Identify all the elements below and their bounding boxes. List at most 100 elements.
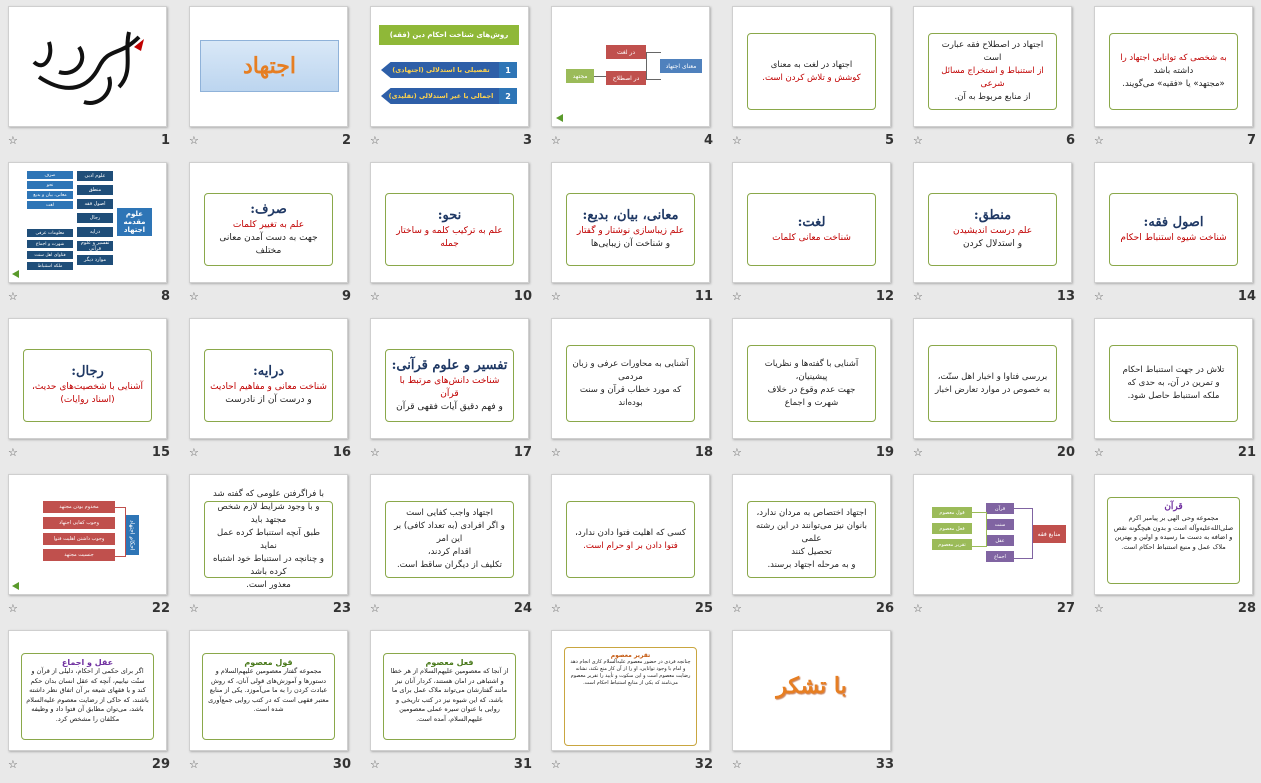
slide-thumbnail-23[interactable]: با فراگرفتن علومی که گفته شد و با وجود شر… xyxy=(189,474,348,595)
body-line: و تمرین در آن، به حدی که xyxy=(1127,378,1220,388)
slide-thumbnail-11[interactable]: معانی، بیان، بدیع: علم زیباسازی نوشتار و … xyxy=(551,162,710,283)
body-line: اقدام کردند، xyxy=(427,547,472,557)
star-icon[interactable]: ☆ xyxy=(732,290,742,303)
method-label: اجمالی یا غیر استدلالی (تقلیدی) xyxy=(388,92,494,100)
body-line: بانوان نیز می‌توانند در این رشته علمی xyxy=(755,521,868,544)
body-line: اجتهاد در لغت به معنای xyxy=(770,59,853,70)
red-line: آشنایی با شخصیت‌های حدیث، xyxy=(31,382,144,392)
star-icon[interactable]: ☆ xyxy=(1094,134,1104,147)
star-icon[interactable]: ☆ xyxy=(189,446,199,459)
node-box: وجوب داشتن اهلیت فتوا xyxy=(43,533,115,545)
connector xyxy=(1014,508,1033,559)
node-box: رجال xyxy=(77,213,113,223)
slide-thumbnail-4[interactable]: معنای اجتهاد در لغت در اصطلاح مجتهد xyxy=(551,6,710,127)
star-icon[interactable]: ☆ xyxy=(913,290,923,303)
star-icon[interactable]: ☆ xyxy=(732,134,742,147)
slide-thumbnail-27[interactable]: منابع فقه قرآن سنت عقل اجماع قول معصوم فعل معص… xyxy=(913,474,1072,595)
section-body: اگر برای حکمی از احکام، دلیلی از قرآن و … xyxy=(26,667,149,723)
slide-number: 25 xyxy=(694,601,713,616)
branch-box: در لغت xyxy=(606,45,646,59)
leaf-box: فتاوای اهل سنت xyxy=(27,251,73,259)
star-icon[interactable]: ☆ xyxy=(370,290,380,303)
star-icon[interactable]: ☆ xyxy=(370,134,380,147)
slide-thumbnail-2[interactable]: اجتهاد xyxy=(189,6,348,127)
slide-thumbnail-7[interactable]: به شخصی که توانایی اجتهاد را داشته باشد «م… xyxy=(1094,6,1253,127)
node-box: جنسیت مجتهد xyxy=(43,549,115,561)
star-icon[interactable]: ☆ xyxy=(551,290,561,303)
slide-thumbnail-3[interactable]: روش‌های شناخت احکام دین (فقه) تفصیلی با ا… xyxy=(370,6,529,127)
slide-thumbnail-15[interactable]: رجال: آشنایی با شخصیت‌های حدیث، (اسناد روا… xyxy=(8,318,167,439)
star-icon[interactable]: ☆ xyxy=(189,758,199,771)
slide-thumbnail-30[interactable]: قول معصوم مجموعه گفتار معصومین علیهم‌السل… xyxy=(189,630,348,751)
star-icon[interactable]: ☆ xyxy=(732,758,742,771)
star-icon[interactable]: ☆ xyxy=(551,134,561,147)
slide-thumbnail-1[interactable]: بسم الله الرحمن الرحیم xyxy=(8,6,167,127)
node-box: منطق xyxy=(77,185,113,195)
content-box: اصول فقه: شناخت شیوه استنباط احکام xyxy=(1109,193,1238,266)
star-icon[interactable]: ☆ xyxy=(189,134,199,147)
node-box: درایه xyxy=(77,227,113,237)
slide-thumbnail-9[interactable]: صرف: علم به تغییر کلمات جهت به دست آمدن مع… xyxy=(189,162,348,283)
content-box: عقل و اجماع اگر برای حکمی از احکام، دلیلی… xyxy=(21,653,154,740)
body-line: بررسی فتاوا و اخبار اهل سنّت، xyxy=(937,371,1048,382)
slide-thumbnail-26[interactable]: اجتهاد اختصاص به مردان ندارد، بانوان نیز … xyxy=(732,474,891,595)
back-arrow-icon[interactable] xyxy=(12,270,19,278)
star-icon[interactable]: ☆ xyxy=(913,446,923,459)
star-icon[interactable]: ☆ xyxy=(732,446,742,459)
star-icon[interactable]: ☆ xyxy=(8,446,18,459)
slide-thumbnail-17[interactable]: تفسیر و علوم قرآنی: شناخت دانش‌های مرتبط … xyxy=(370,318,529,439)
star-icon[interactable]: ☆ xyxy=(370,758,380,771)
slide-thumbnail-24[interactable]: اجتهاد واجب کفایی است و اگر افرادی (به تع… xyxy=(370,474,529,595)
star-icon[interactable]: ☆ xyxy=(370,602,380,615)
slide-thumbnail-6[interactable]: اجتهاد در اصطلاح فقه عبارت است از استنباط… xyxy=(913,6,1072,127)
star-icon[interactable]: ☆ xyxy=(1094,602,1104,615)
slide-thumbnail-18[interactable]: آشنایی به محاورات عرفی و زبان مردمی که مو… xyxy=(551,318,710,439)
slide-thumbnail-21[interactable]: تلاش در جهت استنباط احکام و تمرین در آن، … xyxy=(1094,318,1253,439)
slide-thumbnail-5[interactable]: اجتهاد در لغت به معنای کوشش و تلاش کردن ا… xyxy=(732,6,891,127)
slide-thumbnail-20[interactable]: بررسی فتاوا و اخبار اهل سنّت، به خصوص در … xyxy=(913,318,1072,439)
leaf-box: قول معصوم xyxy=(932,507,972,518)
slide-title: منطق: xyxy=(973,208,1012,223)
star-icon[interactable]: ☆ xyxy=(913,134,923,147)
content-box: اجتهاد اختصاص به مردان ندارد، بانوان نیز … xyxy=(747,501,876,578)
node-box: اصول فقه xyxy=(77,199,113,209)
star-icon[interactable]: ☆ xyxy=(8,758,18,771)
node-box: تفسیر و علوم قرآنی xyxy=(77,240,113,252)
star-icon[interactable]: ☆ xyxy=(551,446,561,459)
body-line: که مورد خطاب قرآن و سنت بوده‌اند xyxy=(579,384,682,408)
star-icon[interactable]: ☆ xyxy=(370,446,380,459)
star-icon[interactable]: ☆ xyxy=(1094,290,1104,303)
slide-thumbnail-25[interactable]: کسی که اهلیت فتوا دادن ندارد، فتوا دادن ب… xyxy=(551,474,710,595)
slide-thumbnail-32[interactable]: تقریر معصوم چنانچه فردی در حضور معصوم علی… xyxy=(551,630,710,751)
method-number: 1 xyxy=(499,62,517,78)
star-icon[interactable]: ☆ xyxy=(8,602,18,615)
slide-thumbnail-12[interactable]: لغت: شناخت معانی کلمات xyxy=(732,162,891,283)
slide-thumbnail-14[interactable]: اصول فقه: شناخت شیوه استنباط احکام xyxy=(1094,162,1253,283)
star-icon[interactable]: ☆ xyxy=(8,290,18,303)
star-icon[interactable]: ☆ xyxy=(189,602,199,615)
star-icon[interactable]: ☆ xyxy=(189,290,199,303)
slide-thumbnail-16[interactable]: درایه: شناخت معانی و مفاهیم احادیث و درست … xyxy=(189,318,348,439)
concept-box: معنای اجتهاد xyxy=(660,59,702,73)
slide-number: 9 xyxy=(341,289,351,304)
slide-thumbnail-19[interactable]: آشنایی با گفته‌ها و نظریات پیشینیان، جهت … xyxy=(732,318,891,439)
slide-thumbnail-33[interactable]: با تشکر xyxy=(732,630,891,751)
slide-number: 26 xyxy=(875,601,894,616)
slide-number: 6 xyxy=(1065,133,1075,148)
slide-thumbnail-31[interactable]: فعل معصوم از آنجا که معصومین علیهم‌السلام… xyxy=(370,630,529,751)
slide-number: 15 xyxy=(151,445,170,460)
back-arrow-icon[interactable] xyxy=(12,582,19,590)
star-icon[interactable]: ☆ xyxy=(732,602,742,615)
star-icon[interactable]: ☆ xyxy=(551,758,561,771)
star-icon[interactable]: ☆ xyxy=(8,134,18,147)
slide-thumbnail-28[interactable]: قرآن مجموعه وحی الهی بر پیامبر اکرم صلی‌ا… xyxy=(1094,474,1253,595)
star-icon[interactable]: ☆ xyxy=(913,602,923,615)
star-icon[interactable]: ☆ xyxy=(1094,446,1104,459)
slide-thumbnail-10[interactable]: نحو: علم به ترکیب کلمه و ساختار جمله xyxy=(370,162,529,283)
slide-thumbnail-22[interactable]: احکام اجتهاد مخدوم بودن مجتهد وجوب کفایی ا… xyxy=(8,474,167,595)
slide-thumbnail-13[interactable]: منطق: علم درست اندیشیدن و استدلال کردن xyxy=(913,162,1072,283)
back-arrow-icon[interactable] xyxy=(556,114,563,122)
slide-thumbnail-29[interactable]: عقل و اجماع اگر برای حکمی از احکام، دلیلی… xyxy=(8,630,167,751)
slide-thumbnail-8[interactable]: علوم مقدمه اجتهاد علوم ادبی منطق اصول فقه رج… xyxy=(8,162,167,283)
star-icon[interactable]: ☆ xyxy=(551,602,561,615)
